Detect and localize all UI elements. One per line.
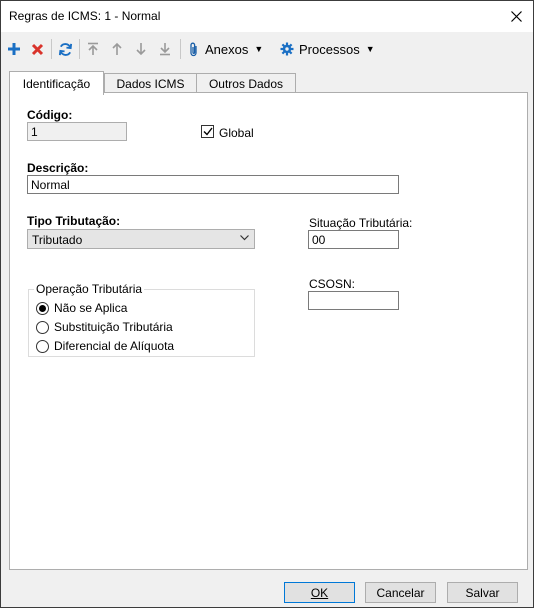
descricao-field[interactable]: Normal <box>27 175 399 194</box>
radio-button[interactable] <box>36 301 49 315</box>
refresh-icon <box>58 42 72 56</box>
refresh-button[interactable] <box>56 40 74 58</box>
radio-diferencial-aliquota[interactable]: Diferencial de Alíquota <box>36 339 174 353</box>
global-label: Global <box>219 126 254 140</box>
processos-menu[interactable]: Processos ▼ <box>280 40 375 58</box>
paperclip-icon <box>190 42 197 56</box>
anexos-label: Anexos <box>205 41 249 57</box>
checkmark-icon <box>203 127 213 136</box>
codigo-field[interactable]: 1 <box>27 122 127 141</box>
chevron-down-icon: ▼ <box>254 44 264 54</box>
toolbar-separator <box>180 39 181 59</box>
cancelar-button[interactable]: Cancelar <box>365 582 436 603</box>
operacao-tributaria-group: Operação Tributária Não se Aplica Substi… <box>28 282 255 357</box>
tipo-tributacao-value: Tributado <box>32 233 83 247</box>
move-bottom-button[interactable] <box>156 40 174 58</box>
arrow-bottom-icon <box>160 43 170 56</box>
toolbar-separator <box>51 39 52 59</box>
radio-label: Diferencial de Alíquota <box>54 339 175 353</box>
move-up-button[interactable] <box>108 40 126 58</box>
csosn-field[interactable] <box>308 291 399 310</box>
anexos-menu[interactable]: Anexos ▼ <box>189 40 263 58</box>
tab-label: Identificação <box>22 76 91 91</box>
title-bar: Regras de ICMS: 1 - Normal <box>1 1 533 32</box>
chevron-down-icon: ▼ <box>365 44 375 54</box>
csosn-label: CSOSN: <box>309 277 356 291</box>
dialog-window: Regras de ICMS: 1 - Normal Anexos ▼ Proc… <box>0 0 534 608</box>
delete-button[interactable] <box>28 40 46 58</box>
radio-label: Não se Aplica <box>54 301 128 315</box>
situacao-tributaria-label: Situação Tributária: <box>309 216 413 230</box>
codigo-label: Código: <box>27 108 73 122</box>
cancelar-label: Cancelar <box>376 585 425 600</box>
radio-button[interactable] <box>36 339 49 353</box>
ok-label: OK <box>310 585 329 600</box>
situacao-tributaria-field[interactable]: 00 <box>308 230 399 249</box>
window-title: Regras de ICMS: 1 - Normal <box>9 9 161 23</box>
ok-button[interactable]: OK <box>284 582 355 603</box>
arrow-up-icon <box>112 42 122 55</box>
chevron-down-icon <box>240 235 249 241</box>
arrow-top-icon <box>88 42 98 55</box>
salvar-button[interactable]: Salvar <box>447 582 518 603</box>
processos-label: Processos <box>299 41 360 57</box>
toolbar-separator <box>79 39 80 59</box>
operacao-tributaria-legend: Operação Tributária <box>34 282 145 296</box>
gear-icon <box>280 42 294 56</box>
radio-substituicao-tributaria[interactable]: Substituição Tributária <box>36 320 173 334</box>
descricao-label: Descrição: <box>27 161 89 175</box>
move-top-button[interactable] <box>84 40 102 58</box>
move-down-button[interactable] <box>132 40 150 58</box>
add-button[interactable] <box>5 40 23 58</box>
close-icon <box>510 11 522 22</box>
toolbar: Anexos ▼ Processos ▼ <box>1 32 533 66</box>
delete-x-icon <box>31 43 43 55</box>
radio-nao-se-aplica[interactable]: Não se Aplica <box>36 301 127 315</box>
tab-label: Outros Dados <box>208 77 284 91</box>
tab-label: Dados ICMS <box>116 77 185 91</box>
close-button[interactable] <box>499 1 533 32</box>
plus-icon <box>8 43 20 55</box>
tab-dados-icms[interactable]: Dados ICMS <box>104 73 197 94</box>
global-checkbox[interactable] <box>201 125 214 138</box>
salvar-label: Salvar <box>465 585 500 600</box>
arrow-down-icon <box>136 43 146 56</box>
tab-outros-dados[interactable]: Outros Dados <box>196 73 296 94</box>
tipo-tributacao-label: Tipo Tributação: <box>27 214 121 228</box>
radio-label: Substituição Tributária <box>54 320 173 334</box>
tab-identificacao[interactable]: Identificação <box>9 71 104 95</box>
tipo-tributacao-select[interactable]: Tributado <box>27 229 255 249</box>
radio-button[interactable] <box>36 320 49 334</box>
